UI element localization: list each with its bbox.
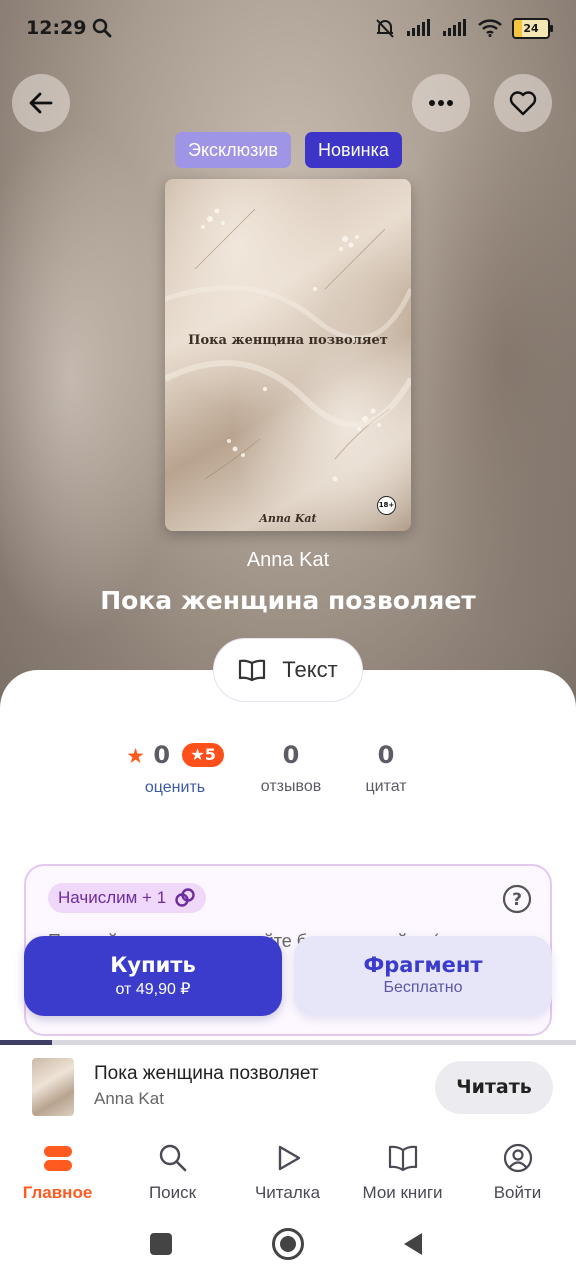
home-icon xyxy=(43,1146,72,1171)
age-rating-badge: 18+ xyxy=(377,496,396,515)
format-label: Текст xyxy=(282,657,338,682)
rating-stat[interactable]: ★ 0 ★5 оценить xyxy=(120,738,230,797)
heart-icon xyxy=(509,91,537,116)
book-cover[interactable]: Пока женщина позволяет Anna Kat 18+ xyxy=(165,179,411,531)
play-icon xyxy=(278,1145,300,1171)
buy-price: от 49,90 ₽ xyxy=(115,981,191,998)
home-button-dot xyxy=(280,1236,296,1252)
svg-text:?: ? xyxy=(512,890,522,910)
cover-decoration xyxy=(165,208,411,482)
search-status-icon xyxy=(93,18,112,38)
mini-cover xyxy=(32,1058,74,1116)
bonus-chip: Начислим + 1 xyxy=(48,883,207,913)
buy-label: Купить xyxy=(110,953,196,977)
cover-author: Anna Kat xyxy=(259,512,317,525)
back-button[interactable] xyxy=(12,74,70,132)
tag-exclusive: Эксклюзив xyxy=(175,132,291,168)
tab-reader[interactable]: Читалка xyxy=(230,1141,345,1203)
star-icon: ★ xyxy=(126,744,145,768)
book-title: Пока женщина позволяет xyxy=(100,586,476,615)
wifi-icon xyxy=(478,19,502,37)
question-icon: ? xyxy=(502,884,532,914)
tab-reader-label: Читалка xyxy=(254,1183,321,1202)
book-icon xyxy=(388,1145,417,1172)
quotes-count: 0 xyxy=(377,741,395,769)
tab-my-books-label: Мои книги xyxy=(362,1183,443,1202)
tab-home[interactable]: Главное xyxy=(0,1141,115,1203)
fragment-label: Фрагмент xyxy=(363,953,483,977)
book-author[interactable]: Anna Kat xyxy=(0,549,576,572)
tab-home-label: Главное xyxy=(22,1183,93,1202)
reviews-count: 0 xyxy=(282,741,300,769)
format-button[interactable]: Текст xyxy=(213,638,363,702)
status-time: 12:29 xyxy=(26,17,87,39)
mini-title: Пока женщина позволяет xyxy=(94,1063,319,1084)
battery-icon: 24 xyxy=(512,17,553,39)
bottom-tab-bar: Главное Поиск Читалка Мои книги Войти xyxy=(0,1129,576,1214)
more-button[interactable] xyxy=(412,74,470,132)
fragment-sub: Бесплатно xyxy=(383,979,463,996)
tab-search[interactable]: Поиск xyxy=(115,1141,230,1203)
rating-badge: ★5 xyxy=(182,743,224,767)
tab-search-label: Поиск xyxy=(148,1183,197,1202)
open-book-icon xyxy=(239,659,266,682)
favorite-button[interactable] xyxy=(494,74,552,132)
link-icon xyxy=(175,888,195,907)
tab-login-label: Войти xyxy=(493,1183,542,1202)
read-button[interactable]: Читать xyxy=(435,1061,553,1114)
cover-title: Пока женщина позволяет xyxy=(188,333,388,348)
account-icon xyxy=(503,1143,532,1173)
stats-row: ★ 0 ★5 оценить 0 отзывов 0 цитат xyxy=(0,738,576,808)
tab-login[interactable]: Войти xyxy=(460,1141,575,1203)
signal-icon-2 xyxy=(443,19,466,36)
system-nav-bar xyxy=(0,1214,576,1280)
mute-bell-icon xyxy=(376,19,394,38)
back-nav-icon[interactable] xyxy=(402,1232,424,1256)
reviews-caption: отзывов xyxy=(260,778,322,795)
reviews-stat[interactable]: 0 отзывов xyxy=(246,738,336,796)
recents-button[interactable] xyxy=(150,1233,172,1255)
arrow-left-icon xyxy=(29,92,53,114)
mini-player[interactable]: Пока женщина позволяет Anna Kat Читать xyxy=(0,1045,576,1130)
mini-author: Anna Kat xyxy=(94,1089,164,1108)
quotes-caption: цитат xyxy=(365,778,407,795)
signal-icon xyxy=(407,19,430,36)
quotes-stat[interactable]: 0 цитат xyxy=(346,738,426,796)
rating-value: 0 xyxy=(153,741,171,769)
buy-button[interactable]: Купить от 49,90 ₽ xyxy=(24,936,282,1016)
home-button[interactable] xyxy=(272,1228,304,1260)
help-button[interactable]: ? xyxy=(502,884,532,918)
search-icon xyxy=(159,1144,186,1172)
tag-new: Новинка xyxy=(305,132,402,168)
tab-my-books[interactable]: Мои книги xyxy=(345,1141,460,1203)
rate-link[interactable]: оценить xyxy=(120,779,230,797)
status-bar: 12:29 24 xyxy=(0,0,576,56)
more-dots-icon xyxy=(429,100,453,106)
fragment-button[interactable]: Фрагмент Бесплатно xyxy=(294,936,552,1016)
